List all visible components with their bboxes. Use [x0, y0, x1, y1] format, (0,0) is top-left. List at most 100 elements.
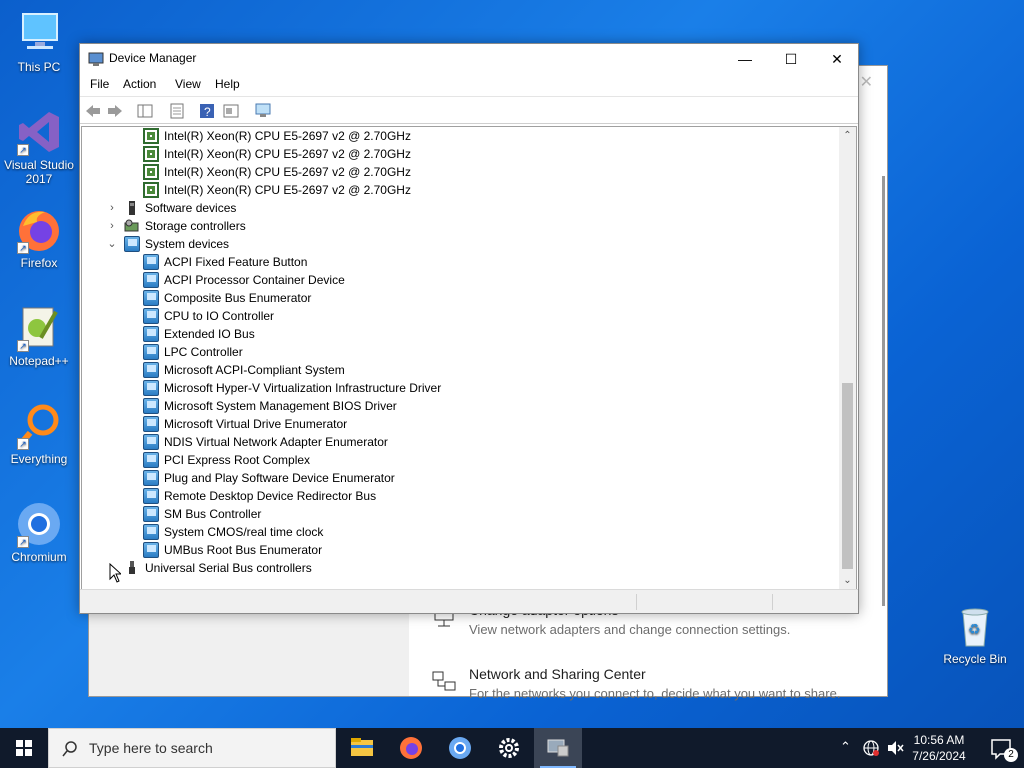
taskbar-clock[interactable]: 10:56 AM 7/26/2024: [902, 732, 976, 764]
desktop-icon-firefox[interactable]: ↗ Firefox: [0, 206, 78, 270]
system-device-icon: [143, 434, 159, 450]
show-hide-console-tree-icon[interactable]: [136, 102, 154, 120]
desktop-icon-this-pc[interactable]: This PC: [0, 10, 78, 74]
taskbar-device-manager[interactable]: [534, 728, 582, 768]
desktop-icon-label: Chromium: [11, 550, 67, 564]
scrollbar[interactable]: [882, 176, 885, 606]
item-description: View network adapters and change connect…: [469, 622, 791, 637]
device-tree[interactable]: Intel(R) Xeon(R) CPU E5-2697 v2 @ 2.70GH…: [81, 126, 857, 590]
desktop-icon-visual-studio[interactable]: ↗ Visual Studio 2017: [0, 108, 78, 186]
system-tray: ⌃: [836, 728, 906, 768]
menu-view[interactable]: View: [175, 77, 201, 91]
system-device-icon: [143, 290, 159, 306]
software-device-icon: [124, 200, 140, 216]
desktop-icon-recycle-bin[interactable]: ♻ Recycle Bin: [936, 602, 1014, 666]
network-sharing-icon: [431, 668, 457, 694]
status-bar: [80, 589, 858, 613]
device-manager-icon: [88, 51, 104, 67]
system-device-icon: [143, 308, 159, 324]
chromium-icon: [449, 737, 471, 759]
processor-chip-icon: [143, 146, 159, 162]
system-device-icon: [143, 326, 159, 342]
close-icon[interactable]: ✕: [860, 72, 873, 92]
taskbar-file-explorer[interactable]: [338, 728, 386, 768]
action-pane-icon[interactable]: [222, 102, 240, 120]
search-icon: [61, 740, 79, 758]
desktop-icon-notepad-plus-plus[interactable]: ↗ Notepad++: [0, 304, 78, 368]
desktop-icon-label: Everything: [10, 452, 68, 466]
desktop-icon-everything[interactable]: ↗ Everything: [0, 402, 78, 466]
forward-arrow-icon[interactable]: [106, 102, 124, 120]
svg-text:?: ?: [204, 105, 211, 119]
notepad-plus-plus-icon: ↗: [15, 304, 63, 352]
help-icon[interactable]: ?: [198, 102, 216, 120]
maximize-button[interactable]: ☐: [768, 44, 814, 74]
status-divider: [636, 594, 637, 610]
window-title: Device Manager: [109, 51, 197, 65]
shortcut-arrow-icon: ↗: [17, 536, 29, 548]
toolbar: ?: [80, 96, 858, 124]
expand-chevron-icon[interactable]: ›: [106, 217, 118, 235]
item-title[interactable]: Network and Sharing Center: [469, 666, 646, 682]
shortcut-arrow-icon: ↗: [17, 340, 29, 352]
minimize-button[interactable]: —: [722, 44, 768, 74]
taskbar-firefox[interactable]: [387, 728, 435, 768]
item-description: For the networks you connect to, decide …: [469, 686, 841, 701]
chevron-up-icon[interactable]: ⌃: [840, 739, 851, 755]
network-globe-icon[interactable]: [862, 739, 880, 757]
taskbar-search-box[interactable]: Type here to search: [48, 728, 336, 768]
back-arrow-icon[interactable]: [84, 102, 102, 120]
everything-search-icon: ↗: [15, 402, 63, 450]
device-manager-window[interactable]: Device Manager — ☐ ✕ File Action View He…: [79, 43, 859, 614]
taskbar-settings[interactable]: [485, 728, 533, 768]
properties-icon[interactable]: [168, 102, 186, 120]
folder-icon: [351, 738, 373, 756]
chromium-icon: ↗: [15, 500, 63, 548]
processor-chip-icon: [143, 182, 159, 198]
notification-center-button[interactable]: 2: [980, 728, 1024, 768]
system-device-icon: [143, 452, 159, 468]
menu-file[interactable]: File: [90, 77, 109, 91]
recycle-bin-icon: ♻: [951, 602, 999, 650]
start-button[interactable]: [0, 728, 48, 768]
system-device-icon: [143, 524, 159, 540]
scan-hardware-changes-icon[interactable]: [254, 102, 272, 120]
processor-chip-icon: [143, 128, 159, 144]
scroll-up-icon[interactable]: ⌃: [839, 127, 856, 144]
expand-chevron-icon[interactable]: ›: [106, 199, 118, 217]
system-device-icon: [143, 506, 159, 522]
scrollbar-thumb[interactable]: [842, 383, 853, 569]
visual-studio-icon: ↗: [15, 108, 63, 156]
device-manager-icon: [547, 739, 569, 757]
taskbar-chromium[interactable]: [436, 728, 484, 768]
menu-action[interactable]: Action: [123, 77, 156, 91]
system-device-icon: [143, 362, 159, 378]
close-button[interactable]: ✕: [814, 44, 860, 74]
scroll-down-icon[interactable]: ⌄: [839, 572, 856, 589]
system-device-icon: [143, 542, 159, 558]
mouse-cursor-icon: [109, 562, 123, 583]
menu-bar: File Action View Help: [80, 74, 858, 96]
vertical-scrollbar[interactable]: ⌃ ⌄: [839, 127, 856, 589]
usb-icon: [124, 560, 140, 576]
title-bar[interactable]: Device Manager — ☐ ✕: [80, 44, 858, 74]
shortcut-arrow-icon: ↗: [17, 242, 29, 254]
desktop-icon-label: Visual Studio 2017: [4, 158, 74, 186]
desktop-icon-label: Firefox: [20, 256, 58, 270]
desktop-icon-label: Notepad++: [9, 354, 69, 368]
firefox-icon: [400, 737, 422, 759]
clock-time: 10:56 AM: [913, 733, 965, 747]
collapse-chevron-icon[interactable]: ⌄: [106, 235, 118, 253]
system-device-icon: [143, 488, 159, 504]
gear-icon: [499, 738, 519, 758]
firefox-icon: ↗: [15, 206, 63, 254]
system-device-icon: [143, 254, 159, 270]
desktop-icon-chromium[interactable]: ↗ Chromium: [0, 500, 78, 564]
shortcut-arrow-icon: ↗: [17, 438, 29, 450]
monitor-icon: [15, 10, 63, 58]
notification-count-badge: 2: [1004, 748, 1018, 762]
menu-help[interactable]: Help: [215, 77, 240, 91]
storage-controller-icon: [124, 218, 140, 234]
system-device-icon: [143, 470, 159, 486]
shortcut-arrow-icon: ↗: [17, 144, 29, 156]
